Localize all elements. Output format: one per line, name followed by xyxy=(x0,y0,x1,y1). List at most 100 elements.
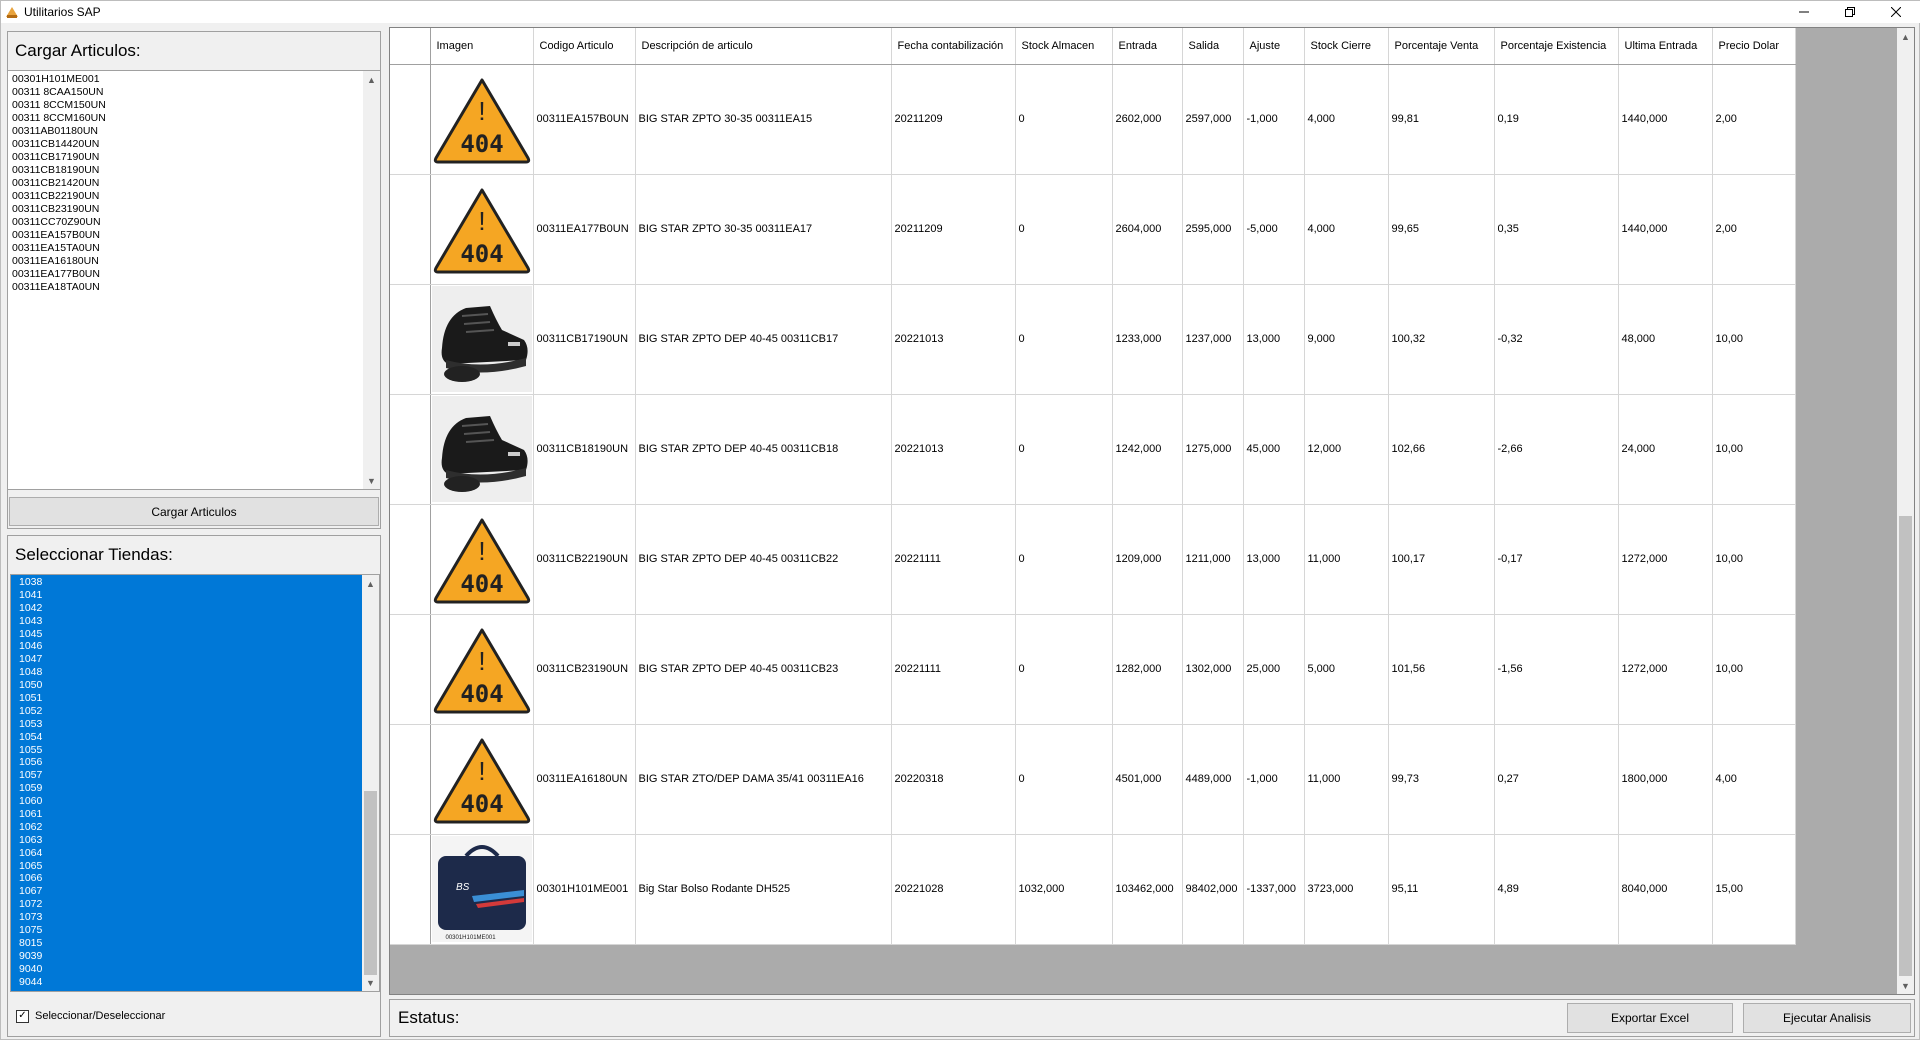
column-header[interactable]: Codigo Articulo xyxy=(533,28,636,65)
cell-fecha[interactable]: 20221111 xyxy=(891,504,1016,615)
cell-codigo[interactable]: 00311CB18190UN xyxy=(533,394,636,505)
tienda-item[interactable]: 1075 xyxy=(11,924,379,937)
cell-stock-almacen[interactable]: 0 xyxy=(1015,614,1113,725)
cell-ultima-entrada[interactable]: 1800,000 xyxy=(1618,724,1713,835)
cell-stock-cierre[interactable]: 4,000 xyxy=(1304,174,1389,285)
cell-entrada[interactable]: 1233,000 xyxy=(1112,284,1183,395)
cell-ajuste[interactable]: -1,000 xyxy=(1243,64,1305,175)
tienda-item[interactable]: 1043 xyxy=(11,615,379,628)
cell-pct-venta[interactable]: 101,56 xyxy=(1388,614,1495,725)
cell-ultima-entrada[interactable]: 24,000 xyxy=(1618,394,1713,505)
cell-entrada[interactable]: 1282,000 xyxy=(1112,614,1183,725)
cell-pct-venta[interactable]: 99,81 xyxy=(1388,64,1495,175)
cell-stock-cierre[interactable]: 3723,000 xyxy=(1304,834,1389,945)
row-header[interactable] xyxy=(390,64,431,175)
exportar-excel-button[interactable]: Exportar Excel xyxy=(1567,1003,1733,1033)
cell-descripcion[interactable]: BIG STAR ZPTO DEP 40-45 00311CB22 xyxy=(635,504,892,615)
tienda-item[interactable]: 1072 xyxy=(11,898,379,911)
cell-ultima-entrada[interactable]: 1440,000 xyxy=(1618,64,1713,175)
cell-stock-almacen[interactable]: 0 xyxy=(1015,394,1113,505)
cell-stock-cierre[interactable]: 11,000 xyxy=(1304,724,1389,835)
cell-pct-venta[interactable]: 95,11 xyxy=(1388,834,1495,945)
column-header[interactable]: Porcentaje Existencia xyxy=(1494,28,1619,65)
cell-stock-almacen[interactable]: 0 xyxy=(1015,724,1113,835)
cell-codigo[interactable]: 00311CB23190UN xyxy=(533,614,636,725)
cell-stock-almacen[interactable]: 0 xyxy=(1015,64,1113,175)
cell-codigo[interactable]: 00311CB22190UN xyxy=(533,504,636,615)
cell-pct-venta[interactable]: 99,73 xyxy=(1388,724,1495,835)
cell-precio-dolar[interactable]: 10,00 xyxy=(1712,614,1796,725)
tienda-item[interactable]: 1042 xyxy=(11,602,379,615)
cell-stock-almacen[interactable]: 0 xyxy=(1015,284,1113,395)
cell-ajuste[interactable]: -1,000 xyxy=(1243,724,1305,835)
cell-precio-dolar[interactable]: 2,00 xyxy=(1712,64,1796,175)
cell-fecha[interactable]: 20221028 xyxy=(891,834,1016,945)
cell-descripcion[interactable]: BIG STAR ZTO/DEP DAMA 35/41 00311EA16 xyxy=(635,724,892,835)
cell-entrada[interactable]: 103462,000 xyxy=(1112,834,1183,945)
cell-pct-venta[interactable]: 102,66 xyxy=(1388,394,1495,505)
cell-pct-existencia[interactable]: -0,17 xyxy=(1494,504,1619,615)
cell-ajuste[interactable]: 45,000 xyxy=(1243,394,1305,505)
cell-entrada[interactable]: 1242,000 xyxy=(1112,394,1183,505)
row-header[interactable] xyxy=(390,174,431,285)
cell-salida[interactable]: 4489,000 xyxy=(1182,724,1244,835)
tienda-item[interactable]: 1038 xyxy=(11,576,379,589)
tienda-item[interactable]: 1045 xyxy=(11,628,379,641)
cell-descripcion[interactable]: BIG STAR ZPTO DEP 40-45 00311CB17 xyxy=(635,284,892,395)
tienda-item[interactable]: 1051 xyxy=(11,692,379,705)
cell-precio-dolar[interactable]: 4,00 xyxy=(1712,724,1796,835)
tienda-item[interactable]: 1067 xyxy=(11,885,379,898)
minimize-button[interactable] xyxy=(1781,1,1827,23)
column-header[interactable]: Salida xyxy=(1182,28,1244,65)
tienda-item[interactable]: 1062 xyxy=(11,821,379,834)
column-header[interactable]: Fecha contabilización xyxy=(891,28,1016,65)
cell-ajuste[interactable]: -1337,000 xyxy=(1243,834,1305,945)
cell-fecha[interactable]: 20221013 xyxy=(891,284,1016,395)
maximize-button[interactable] xyxy=(1827,1,1873,23)
tienda-item[interactable]: 1046 xyxy=(11,640,379,653)
seleccionar-checkbox-row[interactable]: ✓ Seleccionar/Deseleccionar xyxy=(16,1008,165,1024)
seleccionar-checkbox[interactable]: ✓ xyxy=(16,1009,29,1023)
cell-fecha[interactable]: 20211209 xyxy=(891,64,1016,175)
ejecutar-analisis-button[interactable]: Ejecutar Analisis xyxy=(1743,1003,1911,1033)
tienda-item[interactable]: 1057 xyxy=(11,769,379,782)
cell-ultima-entrada[interactable]: 1272,000 xyxy=(1618,504,1713,615)
cell-precio-dolar[interactable]: 10,00 xyxy=(1712,504,1796,615)
row-header[interactable] xyxy=(390,504,431,615)
table-row[interactable]: ! 404 00311EA16180UN BIG STAR ZTO/DEP DAMA … xyxy=(390,724,1796,835)
cell-descripcion[interactable]: BIG STAR ZPTO DEP 40-45 00311CB23 xyxy=(635,614,892,725)
scroll-down-icon[interactable]: ▼ xyxy=(363,472,380,489)
cell-salida[interactable]: 1302,000 xyxy=(1182,614,1244,725)
tienda-item[interactable]: 1064 xyxy=(11,847,379,860)
column-header[interactable]: Entrada xyxy=(1112,28,1183,65)
column-header[interactable]: Stock Cierre xyxy=(1304,28,1389,65)
tienda-item[interactable]: 1073 xyxy=(11,911,379,924)
table-row[interactable]: ! 404 00311EA177B0UN BIG STAR ZPTO 30-35 00… xyxy=(390,174,1796,285)
tiendas-listbox[interactable]: 1038 1041 1042 1043 1045 1046 1047 1048 1050 1051… xyxy=(10,574,380,992)
cell-codigo[interactable]: 00311CB17190UN xyxy=(533,284,636,395)
cell-ajuste[interactable]: 13,000 xyxy=(1243,504,1305,615)
cell-salida[interactable]: 1211,000 xyxy=(1182,504,1244,615)
cell-descripcion[interactable]: Big Star Bolso Rodante DH525 xyxy=(635,834,892,945)
cell-entrada[interactable]: 4501,000 xyxy=(1112,724,1183,835)
cell-fecha[interactable]: 20211209 xyxy=(891,174,1016,285)
cell-descripcion[interactable]: BIG STAR ZPTO 30-35 00311EA15 xyxy=(635,64,892,175)
row-header[interactable] xyxy=(390,614,431,725)
table-row[interactable]: ! 404 00311EA157B0UN BIG STAR ZPTO 30-35 00… xyxy=(390,64,1796,175)
cell-stock-cierre[interactable]: 12,000 xyxy=(1304,394,1389,505)
tienda-item[interactable]: 1048 xyxy=(11,666,379,679)
scroll-thumb[interactable] xyxy=(364,791,377,975)
tienda-item[interactable]: 1050 xyxy=(11,679,379,692)
tienda-item[interactable]: 1065 xyxy=(11,860,379,873)
table-row[interactable]: ! 404 00311CB23190UN BIG STAR ZPTO DEP 40-4… xyxy=(390,614,1796,725)
cell-salida[interactable]: 98402,000 xyxy=(1182,834,1244,945)
cell-pct-existencia[interactable]: 4,89 xyxy=(1494,834,1619,945)
scroll-down-icon[interactable]: ▼ xyxy=(1897,977,1914,994)
row-header[interactable] xyxy=(390,394,431,505)
row-header[interactable] xyxy=(390,284,431,395)
cell-ajuste[interactable]: 13,000 xyxy=(1243,284,1305,395)
column-header[interactable]: Porcentaje Venta xyxy=(1388,28,1495,65)
cell-entrada[interactable]: 2602,000 xyxy=(1112,64,1183,175)
table-row[interactable]: 00311CB18190UN BIG STAR ZPTO DEP 40-45 00… xyxy=(390,394,1796,505)
cell-precio-dolar[interactable]: 10,00 xyxy=(1712,284,1796,395)
